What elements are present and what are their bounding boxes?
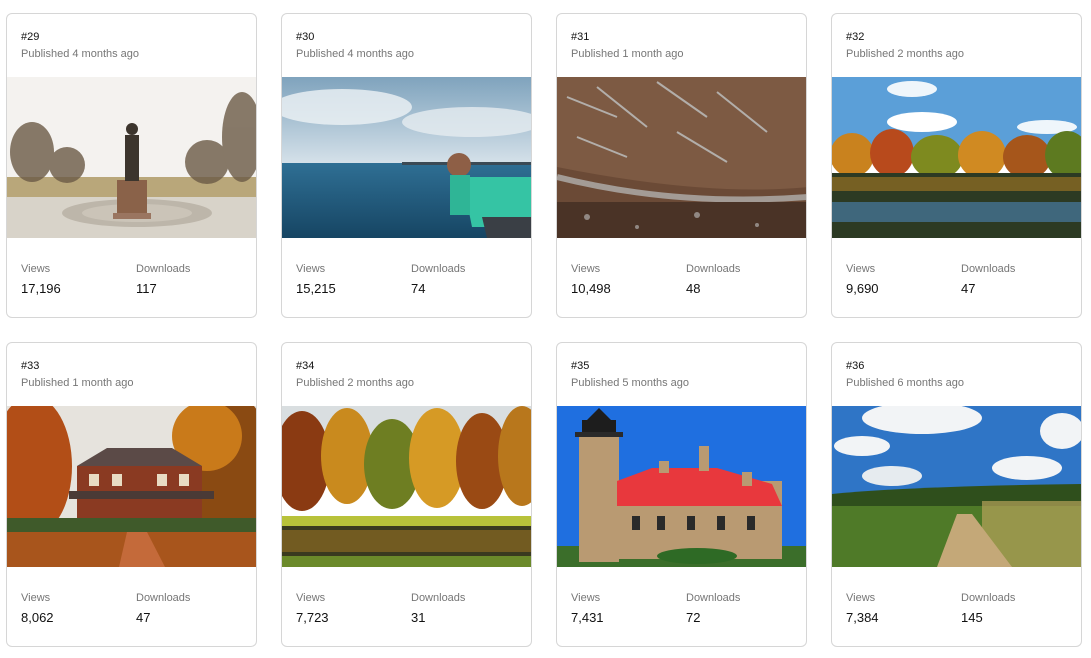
card-number: #31 [571, 31, 590, 43]
views-label: Views [571, 592, 601, 604]
photo-card[interactable]: #35 Published 5 months ago Views 7,431 D… [556, 342, 807, 647]
photo-dirt-path-meadow[interactable] [832, 406, 1081, 567]
downloads-label: Downloads [136, 592, 191, 604]
downloads-count: 47 [136, 610, 151, 625]
photo-autumn-trees-reflection[interactable] [832, 77, 1081, 238]
downloads-count: 47 [961, 281, 976, 296]
card-number: #30 [296, 31, 315, 43]
published-date: Published 2 months ago [846, 48, 965, 60]
downloads-count: 74 [411, 281, 426, 296]
views-count: 17,196 [21, 281, 61, 296]
views-label: Views [571, 263, 601, 275]
photo-card[interactable]: #30 Published 4 months ago Views 15,215 … [281, 13, 532, 318]
photo-lighthouse-red-roof[interactable] [557, 406, 806, 567]
card-number: #33 [21, 360, 40, 372]
views-count: 8,062 [21, 610, 54, 625]
downloads-label: Downloads [961, 263, 1016, 275]
views-label: Views [21, 592, 51, 604]
published-date: Published 1 month ago [21, 377, 134, 389]
views-count: 7,384 [846, 610, 879, 625]
views-count: 15,215 [296, 281, 336, 296]
card-number: #32 [846, 31, 865, 43]
downloads-count: 145 [961, 610, 983, 625]
downloads-label: Downloads [686, 263, 741, 275]
downloads-label: Downloads [411, 263, 466, 275]
photo-card[interactable]: #34 Published 2 months ago Views 7,723 D… [281, 342, 532, 647]
downloads-count: 48 [686, 281, 701, 296]
downloads-label: Downloads [136, 263, 191, 275]
photo-statue-in-park[interactable] [7, 77, 256, 238]
card-number: #29 [21, 31, 40, 43]
downloads-count: 31 [411, 610, 426, 625]
views-label: Views [21, 263, 51, 275]
downloads-count: 72 [686, 610, 701, 625]
views-count: 7,431 [571, 610, 604, 625]
published-date: Published 6 months ago [846, 377, 965, 389]
photo-boy-looking-at-lake[interactable] [282, 77, 531, 238]
photo-frosted-leaf-closeup[interactable] [557, 77, 806, 238]
card-number: #36 [846, 360, 865, 372]
published-date: Published 2 months ago [296, 377, 415, 389]
photo-brick-house-autumn[interactable] [7, 406, 256, 567]
views-label: Views [296, 263, 326, 275]
photo-card[interactable]: #31 Published 1 month ago Views 10,498 D… [556, 13, 807, 318]
published-date: Published 5 months ago [571, 377, 690, 389]
views-label: Views [296, 592, 326, 604]
downloads-label: Downloads [411, 592, 466, 604]
photo-card[interactable]: #33 Published 1 month ago Views 8,062 Do… [6, 342, 257, 647]
downloads-count: 117 [136, 281, 157, 296]
views-count: 9,690 [846, 281, 879, 296]
photo-card[interactable]: #36 Published 6 months ago Views 7,384 D… [831, 342, 1082, 647]
views-label: Views [846, 592, 876, 604]
views-count: 10,498 [571, 281, 611, 296]
photo-card[interactable]: #32 Published 2 months ago Views 9,690 D… [831, 13, 1082, 318]
views-count: 7,723 [296, 610, 329, 625]
card-number: #35 [571, 360, 590, 372]
published-date: Published 4 months ago [21, 48, 140, 60]
photo-card[interactable]: #29 Published 4 months ago Views 17,196 [6, 13, 257, 318]
published-date: Published 4 months ago [296, 48, 415, 60]
photo-autumn-forest-pond[interactable] [282, 406, 531, 567]
published-date: Published 1 month ago [571, 48, 684, 60]
downloads-label: Downloads [686, 592, 741, 604]
downloads-label: Downloads [961, 592, 1016, 604]
views-label: Views [846, 263, 876, 275]
card-number: #34 [296, 360, 315, 372]
